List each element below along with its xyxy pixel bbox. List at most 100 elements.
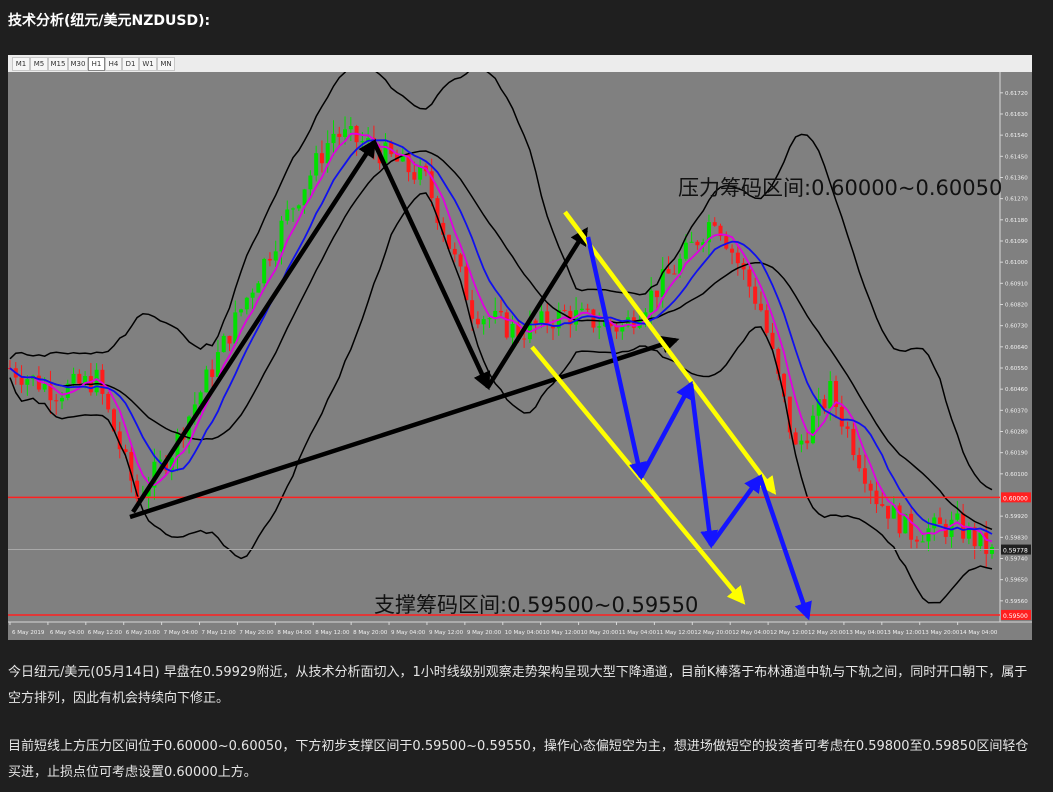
x-tick-label: 7 May 20:00 <box>239 630 274 636</box>
candle-body <box>77 373 82 384</box>
x-tick-label: 12 May 12:00 <box>770 630 808 636</box>
timeframe-d1-button[interactable]: D1 <box>122 57 139 71</box>
y-tick-label: 0.60460 <box>1005 387 1028 393</box>
candle-body <box>331 133 336 144</box>
price-chart: M1 M5 M15 M30 H1 H4 D1 W1 MN 0.60000 0.59500 0.597… <box>8 55 1032 640</box>
x-tick-label: 8 May 12:00 <box>315 630 350 636</box>
timeframe-m5-button[interactable]: M5 <box>30 57 48 71</box>
timeframe-m15-button[interactable]: M15 <box>48 57 68 71</box>
candle-body <box>244 297 249 310</box>
timeframe-toolbar: M1 M5 M15 M30 H1 H4 D1 W1 MN <box>8 55 1032 73</box>
price-line-tag-text: 0.60000 <box>1003 495 1028 502</box>
candle-body <box>845 426 850 429</box>
candle-body <box>683 242 688 259</box>
x-tick-label: 6 May 04:00 <box>50 630 85 636</box>
y-tick-label: 0.60730 <box>1005 324 1028 330</box>
timeframe-m1-button[interactable]: M1 <box>12 57 30 71</box>
x-tick-label: 9 May 12:00 <box>429 630 464 636</box>
page-heading: 技术分析(纽元/美元NZDUSD): <box>8 13 211 29</box>
timeframe-h4-button[interactable]: H4 <box>105 57 122 71</box>
candle-body <box>735 252 740 264</box>
y-tick-label: 0.59560 <box>1005 599 1028 605</box>
candle-body <box>828 381 833 409</box>
x-tick-label: 7 May 04:00 <box>164 630 199 636</box>
x-tick-label: 7 May 12:00 <box>202 630 237 636</box>
candle-body <box>42 384 47 390</box>
candle-body <box>319 153 324 164</box>
candle-body <box>579 308 584 311</box>
candle-body <box>210 369 215 377</box>
y-tick-label: 0.60820 <box>1005 302 1028 308</box>
candle-body <box>412 172 417 180</box>
candle-body <box>539 311 544 324</box>
y-tick-label: 0.61720 <box>1005 91 1028 97</box>
x-tick-label: 12 May 04:00 <box>732 630 770 636</box>
candle-body <box>250 292 255 298</box>
candle-body <box>666 269 671 274</box>
candle-body <box>256 283 261 293</box>
candle-body <box>285 209 290 221</box>
candle-body <box>938 517 943 524</box>
x-tick-label: 6 May 12:00 <box>88 630 123 636</box>
y-tick-label: 0.61630 <box>1005 112 1028 118</box>
candle-body <box>273 251 278 261</box>
candle-body <box>758 303 763 311</box>
x-tick-label: 13 May 12:00 <box>884 630 922 636</box>
candle-body <box>499 310 503 313</box>
candle-body <box>909 513 914 540</box>
candle-body <box>106 393 111 410</box>
x-tick-label: 10 May 20:00 <box>581 630 619 636</box>
candle-body <box>239 309 244 313</box>
candle-body <box>71 373 76 384</box>
y-tick-label: 0.61090 <box>1005 239 1028 245</box>
candle-body <box>839 406 844 427</box>
candle-body <box>955 513 960 520</box>
candle-body <box>343 129 348 137</box>
candle-body <box>481 319 486 325</box>
y-tick-label: 0.61450 <box>1005 154 1028 160</box>
candle-body <box>880 504 885 506</box>
candle-body <box>926 528 931 542</box>
x-tick-label: 12 May 20:00 <box>694 630 732 636</box>
candle-body <box>857 454 862 469</box>
candle-body <box>920 541 925 543</box>
x-tick-label: 9 May 04:00 <box>391 630 426 636</box>
candle-body <box>337 133 342 137</box>
candle-body <box>764 310 769 333</box>
timeframe-m30-button[interactable]: M30 <box>68 57 88 71</box>
candle-body <box>730 248 735 253</box>
y-tick-label: 0.60280 <box>1005 429 1028 435</box>
y-tick-label: 0.61000 <box>1005 260 1028 266</box>
analysis-paragraph-1: 今日纽元/美元(05月14日) 早盘在0.59929附近，从技术分析面切入，1小… <box>8 665 1028 706</box>
price-line-tag-text: 0.59500 <box>1003 613 1028 620</box>
timeframe-mn-button[interactable]: MN <box>157 57 175 71</box>
y-tick-label: 0.60550 <box>1005 366 1028 372</box>
timeframe-w1-button[interactable]: W1 <box>139 57 157 71</box>
candle-body <box>262 258 267 284</box>
candle-body <box>533 320 538 324</box>
y-tick-label: 0.59830 <box>1005 535 1028 541</box>
x-tick-label: 8 May 20:00 <box>353 630 388 636</box>
candle-body <box>504 312 509 338</box>
y-tick-label: 0.59920 <box>1005 514 1028 520</box>
x-tick-label: 9 May 20:00 <box>467 630 502 636</box>
candle-body <box>54 400 59 402</box>
candle-body <box>279 220 284 252</box>
candle-body <box>862 468 867 484</box>
y-tick-label: 0.61180 <box>1005 218 1028 224</box>
candle-body <box>822 399 827 409</box>
candle-body <box>984 532 989 554</box>
timeframe-h1-button[interactable]: H1 <box>88 57 105 71</box>
candle-body <box>585 308 590 310</box>
candle-body <box>59 397 64 402</box>
candle-body <box>897 505 902 534</box>
y-tick-label: 0.60640 <box>1005 345 1028 351</box>
candle-body <box>325 143 330 164</box>
current-price-tag-text: 0.59778 <box>1003 548 1028 555</box>
candle-body <box>805 440 810 444</box>
x-tick-label: 10 May 12:00 <box>543 630 581 636</box>
candle-body <box>793 432 798 445</box>
chart-plot[interactable]: 0.60000 0.59500 0.59778 0.61720 0.61630 0.615… <box>8 72 1032 640</box>
candle-body <box>19 377 24 385</box>
candle-body <box>308 175 313 190</box>
